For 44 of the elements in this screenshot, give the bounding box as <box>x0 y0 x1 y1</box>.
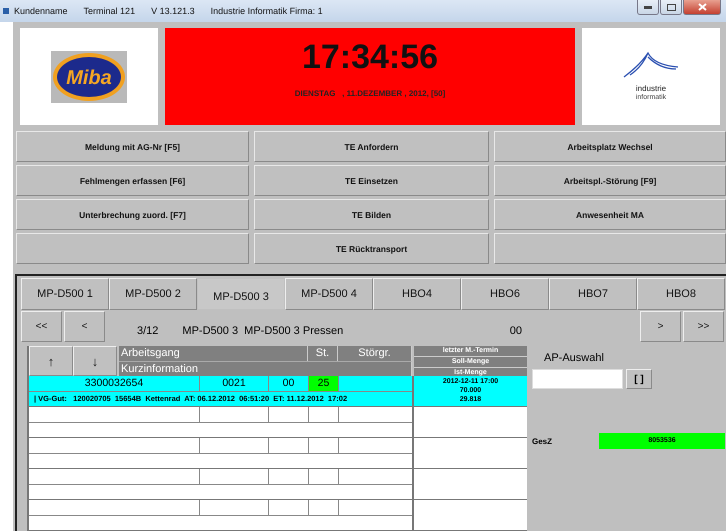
function-button[interactable]: TE Einsetzen <box>254 165 489 196</box>
table-cell: 3300032654 <box>29 376 200 391</box>
function-button[interactable]: Meldung mit AG-Nr [F5] <box>16 131 249 162</box>
last-button[interactable]: >> <box>683 311 724 342</box>
workplace-text: MP-D500 3 MP-D500 3 Pressen <box>182 324 344 336</box>
title-text: V 13.121.3 <box>151 6 195 16</box>
function-button[interactable]: Fehlmengen erfassen [F6] <box>16 165 249 196</box>
column-header: St. <box>308 346 338 361</box>
function-button[interactable]: Unterbrechung zuord. [F7] <box>16 199 249 230</box>
date-text: DIENSTAG , 11.DEZEMBER , 2012, [50] <box>294 89 446 98</box>
workplace-tab[interactable]: HBO7 <box>549 278 637 310</box>
workplace-tab[interactable]: HBO6 <box>461 278 549 310</box>
workplace-tab[interactable]: MP-D500 2 <box>109 278 197 310</box>
up-button[interactable]: ↑ <box>29 346 73 376</box>
function-button[interactable]: Arbeitsplatz Wechsel <box>494 131 726 162</box>
workplace-tab[interactable]: MP-D500 1 <box>21 278 109 310</box>
company-logo: Miba <box>51 50 127 102</box>
table-cell: 0021 <box>200 376 269 391</box>
next-button[interactable]: > <box>640 311 681 342</box>
column-header: Arbeitsgang <box>119 346 308 361</box>
position-text: 3/12 <box>137 324 158 336</box>
code-text: 00 <box>510 324 522 336</box>
clock-time: 17:34:56 <box>302 38 438 77</box>
title-text: Terminal 121 <box>84 6 136 16</box>
select-button[interactable]: [ ] <box>626 369 652 389</box>
workplace-tab[interactable]: MP-D500 3 <box>197 278 285 310</box>
field-label: AP-Auswahl <box>544 352 605 364</box>
title-text: Industrie Informatik Firma: 1 <box>210 6 323 16</box>
workplace-tab[interactable]: HBO4 <box>373 278 461 310</box>
function-button[interactable]: Anwesenheit MA <box>494 199 726 230</box>
column-header: Kurzinformation <box>119 361 412 376</box>
workplace-tab[interactable]: MP-D500 4 <box>285 278 373 310</box>
status-cell: 25 <box>309 376 339 391</box>
function-button[interactable]: TE Bilden <box>254 199 489 230</box>
workplace-tab[interactable]: HBO8 <box>637 278 725 310</box>
function-button[interactable]: TE Anfordern <box>254 131 489 162</box>
previous-button[interactable]: < <box>64 311 105 342</box>
field-label: GesZ <box>532 436 554 446</box>
down-button[interactable]: ↓ <box>73 346 117 376</box>
function-button[interactable]: TE Rücktransport <box>254 233 489 264</box>
function-button[interactable]: Arbeitspl.-Störung [F9] <box>494 165 726 196</box>
first-button[interactable]: << <box>21 311 62 342</box>
column-header: Störgr. <box>338 346 412 361</box>
title-text: Kundenname <box>14 6 68 16</box>
